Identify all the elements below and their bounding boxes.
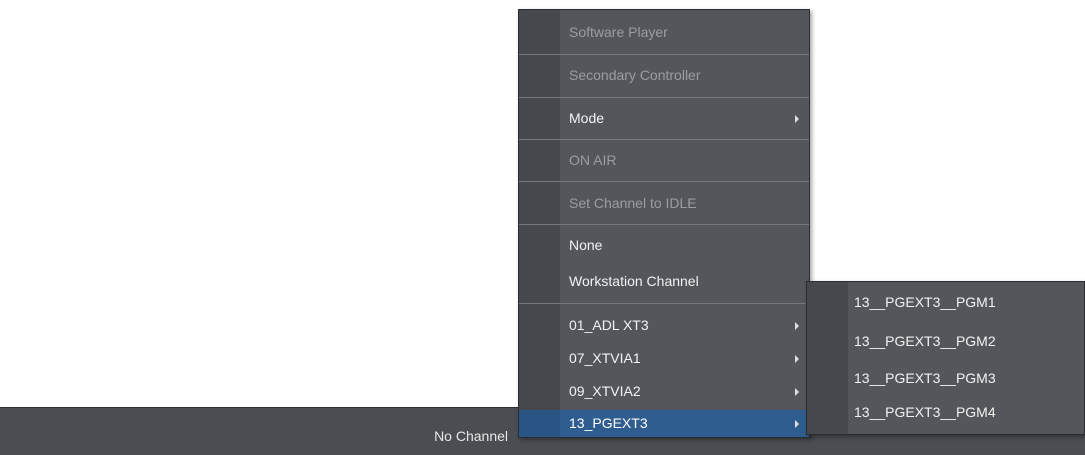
menu-item-label: Set Channel to IDLE (569, 195, 697, 211)
menu-separator (519, 54, 809, 55)
menu-separator (519, 303, 809, 304)
menu-separator (519, 181, 809, 182)
menu-item-mode[interactable]: Mode (519, 105, 809, 131)
menu-item-secondary-controller[interactable]: Secondary Controller (519, 62, 809, 88)
highlight-gutter (519, 410, 560, 437)
menu-separator (519, 139, 809, 140)
menu-item-software-player[interactable]: Software Player (519, 19, 809, 45)
menu-item-label: None (569, 237, 603, 253)
menu-item-label: Mode (569, 110, 605, 126)
submenu-arrow-icon (795, 322, 799, 330)
menu-item-01-adl-xt3[interactable]: 01_ADL XT3 (519, 312, 809, 338)
menu-item-workstation-channel[interactable]: Workstation Channel (519, 268, 809, 294)
submenu-arrow-icon (795, 388, 799, 396)
menu-separator (519, 97, 809, 98)
menu-item-label: 09_XTVIA2 (569, 383, 641, 399)
menu-item-label: 07_XTVIA1 (569, 350, 641, 366)
menu-item-none[interactable]: None (519, 232, 809, 258)
menu-item-09-xtvia2[interactable]: 09_XTVIA2 (519, 378, 809, 404)
menu-item-set-channel-idle[interactable]: Set Channel to IDLE (519, 190, 809, 216)
submenu-item-pgm1[interactable]: 13__PGEXT3__PGM1 (807, 289, 1084, 315)
channel-status-text: No Channel (434, 428, 508, 444)
submenu-item-label: 13__PGEXT3__PGM4 (854, 404, 996, 420)
submenu-arrow-icon (795, 355, 799, 363)
menu-item-label: ON AIR (569, 152, 617, 168)
menu-item-label: Workstation Channel (569, 273, 699, 289)
submenu-item-pgm3[interactable]: 13__PGEXT3__PGM3 (807, 365, 1084, 391)
submenu-item-label: 13__PGEXT3__PGM1 (854, 294, 996, 310)
submenu-arrow-icon (795, 115, 799, 123)
submenu-arrow-icon (795, 420, 799, 428)
menu-item-on-air[interactable]: ON AIR (519, 147, 809, 173)
menu-item-13-pgext3[interactable]: 13_PGEXT3 (519, 410, 809, 437)
menu-item-label: 13_PGEXT3 (569, 415, 648, 431)
submenu-item-pgm2[interactable]: 13__PGEXT3__PGM2 (807, 328, 1084, 354)
menu-item-label: Secondary Controller (569, 67, 701, 83)
channel-submenu: 13__PGEXT3__PGM1 13__PGEXT3__PGM2 13__PG… (806, 281, 1085, 435)
menu-item-label: 01_ADL XT3 (569, 317, 649, 333)
menu-item-label: Software Player (569, 24, 668, 40)
context-menu: Software Player Secondary Controller Mod… (518, 9, 810, 438)
menu-separator (519, 224, 809, 225)
submenu-item-label: 13__PGEXT3__PGM2 (854, 333, 996, 349)
menu-item-07-xtvia1[interactable]: 07_XTVIA1 (519, 345, 809, 371)
submenu-item-label: 13__PGEXT3__PGM3 (854, 370, 996, 386)
submenu-item-pgm4[interactable]: 13__PGEXT3__PGM4 (807, 399, 1084, 425)
